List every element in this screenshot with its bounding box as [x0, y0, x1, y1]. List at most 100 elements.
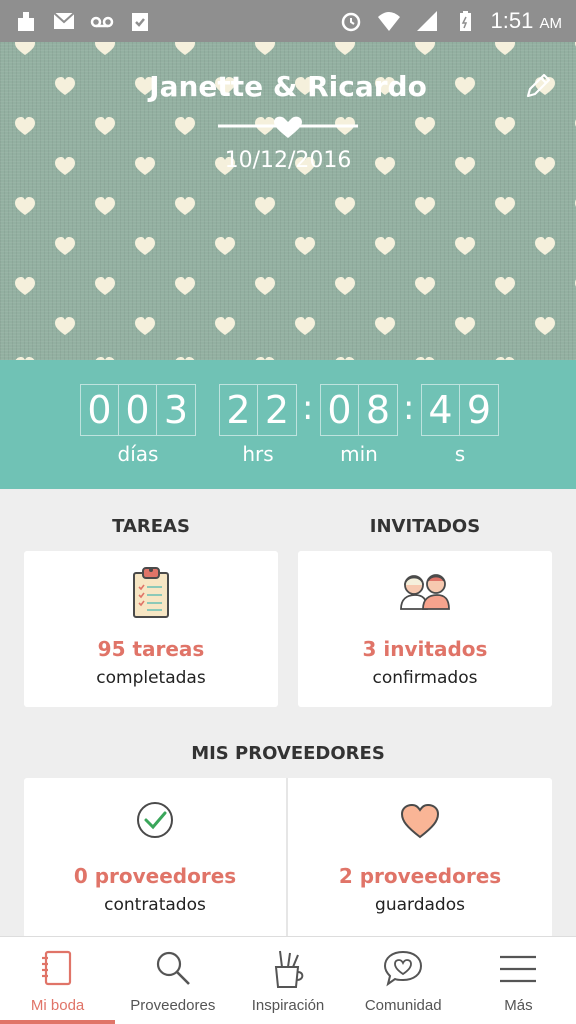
colon-separator: : [302, 388, 314, 428]
pattern-heart [295, 317, 315, 335]
guests-title: INVITADOS [369, 516, 481, 537]
pattern-heart [495, 117, 515, 135]
hours-label: hrs [242, 442, 274, 466]
digit: 9 [466, 388, 492, 432]
checkmark-circle-icon [137, 802, 173, 838]
pattern-heart [375, 237, 395, 255]
tasks-card[interactable]: 95 tareas completadas [24, 551, 278, 707]
pattern-heart [415, 197, 435, 215]
pattern-heart [495, 277, 515, 295]
clipboard-checklist-icon [133, 567, 169, 618]
days-label: días [117, 442, 159, 466]
vendors-saved-sub: guardados [375, 895, 465, 915]
couple-guests-icon [400, 574, 450, 610]
guests-card[interactable]: 3 invitados confirmados [298, 551, 552, 707]
pattern-heart [495, 42, 515, 55]
pattern-heart [535, 317, 555, 335]
menu-icon [500, 955, 537, 983]
pattern-heart [175, 42, 195, 55]
nav-mas[interactable]: Más [461, 937, 576, 1024]
nav-proveedores[interactable]: Proveedores [115, 937, 230, 1024]
pattern-heart [55, 237, 75, 255]
pattern-heart [15, 197, 35, 215]
guests-count: 3 invitados [362, 637, 488, 661]
pattern-heart [255, 42, 275, 55]
nav-label: Proveedores [130, 997, 216, 1014]
alarm-icon [339, 10, 363, 32]
tasks-count: 95 tareas [97, 637, 205, 661]
pattern-heart [495, 197, 515, 215]
pattern-heart [215, 317, 235, 335]
chat-heart-icon [384, 950, 423, 987]
nav-comunidad[interactable]: Comunidad [346, 937, 461, 1024]
bottom-navigation: Mi boda Proveedores Inspiración Comunida… [0, 936, 576, 1024]
pattern-heart [415, 277, 435, 295]
nav-inspiracion[interactable]: Inspiración [230, 937, 345, 1024]
voicemail-icon [90, 10, 114, 32]
guests-sub: confirmados [372, 668, 478, 688]
digit: 8 [365, 388, 391, 432]
mail-icon [52, 10, 76, 32]
pattern-heart [175, 197, 195, 215]
clipboard-check-icon [128, 10, 152, 32]
heart-divider [218, 116, 358, 138]
pattern-heart [15, 277, 35, 295]
vendors-hired-sub: contratados [104, 895, 206, 915]
minutes-digits: 0 8 [320, 384, 398, 436]
digit: 0 [81, 385, 119, 435]
hero-banner: Janette & Ricardo 10/12/2016 [0, 42, 576, 360]
vendors-card: 0 proveedores contratados 2 proveedores … [24, 778, 552, 938]
pattern-heart [95, 117, 115, 135]
pattern-heart [15, 42, 35, 55]
vendors-hired[interactable]: 0 proveedores contratados [24, 778, 286, 938]
pattern-heart [215, 237, 235, 255]
vendors-title: MIS PROVEEDORES [191, 743, 385, 764]
nav-label: Inspiración [251, 997, 325, 1014]
vendors-saved[interactable]: 2 proveedores guardados [288, 778, 552, 938]
pattern-heart [135, 317, 155, 335]
pattern-heart [175, 277, 195, 295]
pattern-heart [255, 277, 275, 295]
nav-label: Comunidad [364, 997, 442, 1014]
pencil-cup-icon [274, 950, 304, 988]
pattern-heart [415, 117, 435, 135]
pattern-heart [375, 317, 395, 335]
colon-separator: : [403, 388, 415, 428]
pattern-heart [95, 277, 115, 295]
cleaning-icon [14, 10, 38, 32]
pattern-heart [335, 197, 355, 215]
digit: 0 [119, 385, 157, 435]
vendors-saved-count: 2 proveedores [338, 864, 502, 888]
pattern-heart [295, 237, 315, 255]
wifi-icon [377, 10, 401, 32]
battery-icon [453, 10, 477, 32]
wedding-date: 10/12/2016 [224, 148, 352, 173]
clock: 1:51 AM [490, 8, 562, 33]
edit-icon[interactable] [522, 70, 554, 102]
couple-name: Janette & Ricardo [149, 70, 427, 103]
digit: 0 [321, 385, 359, 435]
pattern-heart [455, 237, 475, 255]
seconds-label: s [454, 442, 466, 466]
pattern-heart [135, 237, 155, 255]
pattern-heart [455, 317, 475, 335]
days-digits: 0 0 3 [80, 384, 196, 436]
digit: 2 [220, 385, 258, 435]
heart-icon [400, 803, 440, 839]
pattern-heart [255, 197, 275, 215]
countdown: 0 0 3 días 2 2 hrs : 0 8 min : 4 9 s [0, 360, 576, 489]
nav-mi-boda[interactable]: Mi boda [0, 937, 116, 1024]
vendors-hired-count: 0 proveedores [73, 864, 237, 888]
pattern-heart [175, 117, 195, 135]
pattern-heart [95, 197, 115, 215]
digit: 4 [422, 385, 460, 435]
seconds-digits: 4 9 [421, 384, 499, 436]
search-icon [156, 951, 190, 985]
pattern-heart [15, 117, 35, 135]
nav-label: Más [504, 997, 533, 1014]
pattern-heart [535, 237, 555, 255]
hours-digits: 2 2 [219, 384, 297, 436]
digit: 3 [163, 388, 189, 432]
pattern-heart [415, 42, 435, 55]
pattern-heart [95, 42, 115, 55]
